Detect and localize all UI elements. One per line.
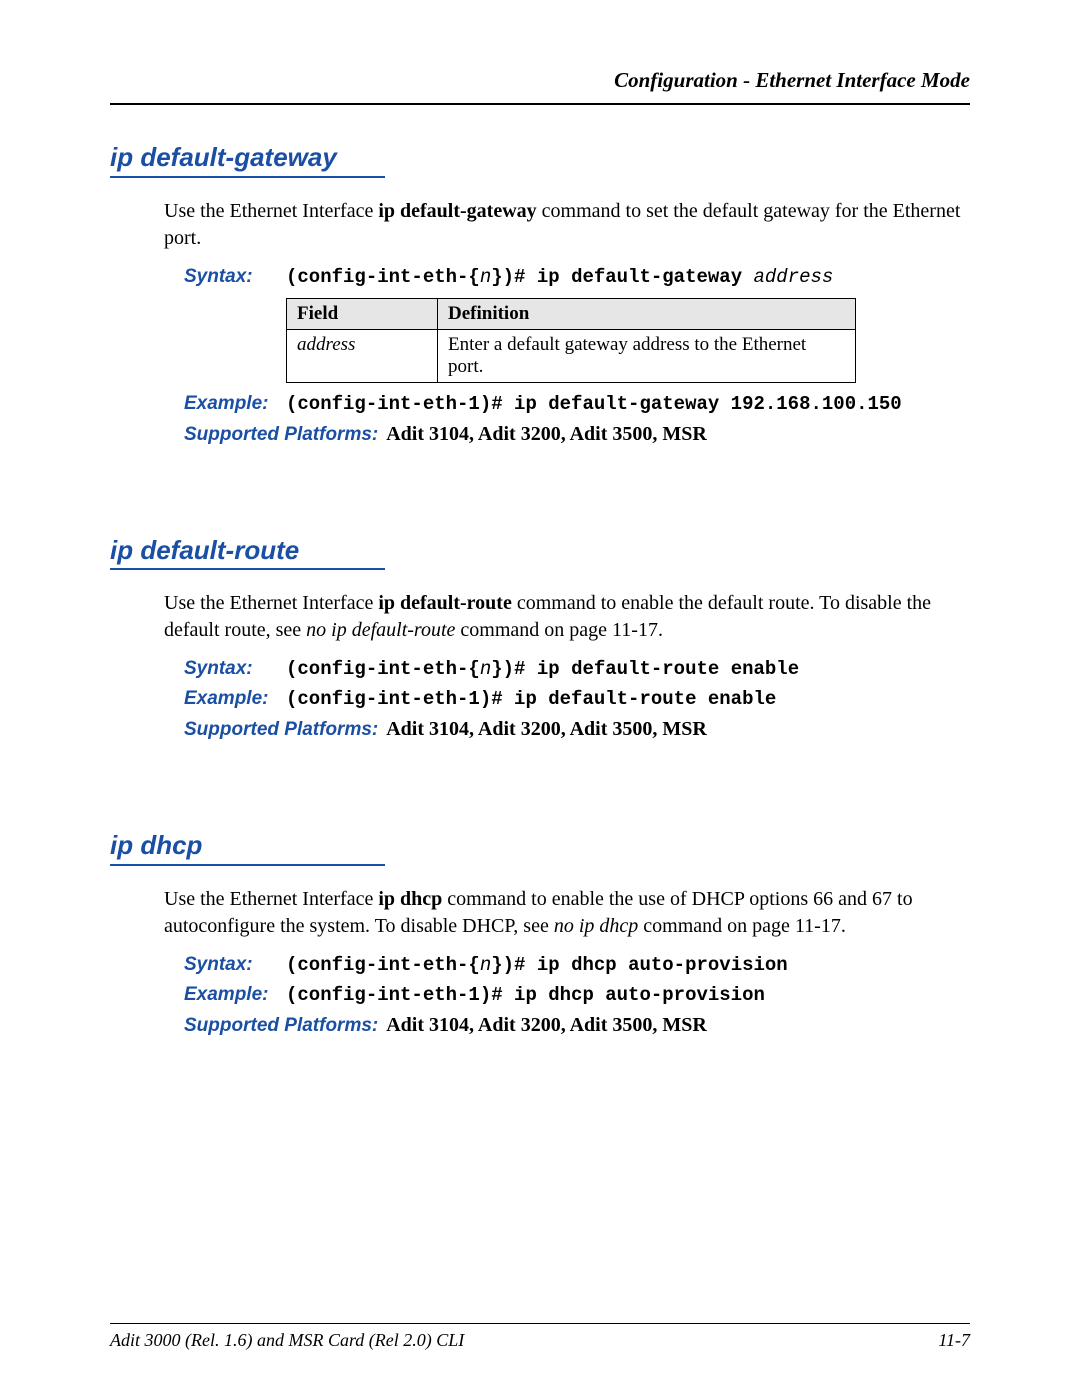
- syntax-label: Syntax:: [184, 658, 286, 680]
- example-label: Example:: [184, 688, 286, 710]
- intro-text: command on page 11-17.: [638, 915, 846, 937]
- running-head: Configuration - Ethernet Interface Mode: [110, 68, 970, 105]
- example-label: Example:: [184, 393, 286, 415]
- code-param: n: [480, 266, 491, 288]
- page-footer: Adit 3000 (Rel. 1.6) and MSR Card (Rel 2…: [110, 1323, 970, 1351]
- table-cell-definition: Enter a default gateway address to the E…: [438, 329, 856, 382]
- code-param: n: [480, 658, 491, 680]
- code-param: address: [754, 266, 834, 288]
- intro-text: Use the Ethernet Interface: [164, 888, 378, 910]
- code-text: (config-int-eth-{: [286, 266, 480, 288]
- example-code: (config-int-eth-1)# ip default-gateway 1…: [286, 393, 902, 415]
- intro-command: ip default-route: [378, 592, 512, 614]
- intro-command: ip default-gateway: [378, 200, 536, 222]
- platforms-label: Supported Platforms:: [184, 719, 378, 741]
- platforms-text: Adit 3104, Adit 3200, Adit 3500, MSR: [386, 718, 707, 741]
- definition-block: Syntax: (config-int-eth-{n})# ip default…: [184, 658, 970, 741]
- syntax-label: Syntax:: [184, 954, 286, 976]
- example-label: Example:: [184, 984, 286, 1006]
- code-param: n: [480, 954, 491, 976]
- footer-right: 11-7: [938, 1330, 970, 1351]
- syntax-label: Syntax:: [184, 266, 286, 288]
- platforms-label: Supported Platforms:: [184, 424, 378, 446]
- example-code: (config-int-eth-1)# ip dhcp auto-provisi…: [286, 984, 765, 1006]
- table-header-definition: Definition: [438, 298, 856, 329]
- table-cell-field: address: [287, 329, 438, 382]
- section-rule: [110, 176, 385, 178]
- definition-block: Syntax: (config-int-eth-{n})# ip default…: [184, 266, 970, 446]
- platforms-text: Adit 3104, Adit 3200, Adit 3500, MSR: [386, 423, 707, 446]
- code-text: })# ip default-gateway: [491, 266, 753, 288]
- section-ip-default-gateway: ip default-gateway Use the Ethernet Inte…: [110, 143, 970, 446]
- syntax-row: Syntax: (config-int-eth-{n})# ip dhcp au…: [184, 954, 970, 976]
- page: Configuration - Ethernet Interface Mode …: [0, 0, 1080, 1397]
- section-intro: Use the Ethernet Interface ip dhcp comma…: [164, 886, 970, 940]
- section-intro: Use the Ethernet Interface ip default-ga…: [164, 198, 970, 252]
- section-intro: Use the Ethernet Interface ip default-ro…: [164, 590, 970, 644]
- field-definition-table: Field Definition address Enter a default…: [286, 298, 856, 383]
- intro-text: Use the Ethernet Interface: [164, 200, 378, 222]
- example-code: (config-int-eth-1)# ip default-route ena…: [286, 688, 776, 710]
- table-row: address Enter a default gateway address …: [287, 329, 856, 382]
- section-title: ip default-gateway: [110, 143, 970, 172]
- syntax-row: Syntax: (config-int-eth-{n})# ip default…: [184, 658, 970, 680]
- code-text: (config-int-eth-{: [286, 954, 480, 976]
- intro-reference: no ip default-route: [306, 619, 455, 641]
- footer-left: Adit 3000 (Rel. 1.6) and MSR Card (Rel 2…: [110, 1330, 464, 1351]
- syntax-code: (config-int-eth-{n})# ip default-route e…: [286, 658, 799, 680]
- intro-text: command on page 11-17.: [455, 619, 663, 641]
- platforms-label: Supported Platforms:: [184, 1015, 378, 1037]
- example-row: Example: (config-int-eth-1)# ip default-…: [184, 688, 970, 710]
- intro-command: ip dhcp: [378, 888, 442, 910]
- intro-reference: no ip dhcp: [554, 915, 638, 937]
- definition-block: Syntax: (config-int-eth-{n})# ip dhcp au…: [184, 954, 970, 1037]
- syntax-code: (config-int-eth-{n})# ip default-gateway…: [286, 266, 833, 288]
- platforms-text: Adit 3104, Adit 3200, Adit 3500, MSR: [386, 1014, 707, 1037]
- table-header-field: Field: [287, 298, 438, 329]
- code-text: })# ip default-route enable: [491, 658, 799, 680]
- platforms-row: Supported Platforms: Adit 3104, Adit 320…: [184, 718, 970, 741]
- example-row: Example: (config-int-eth-1)# ip dhcp aut…: [184, 984, 970, 1006]
- syntax-code: (config-int-eth-{n})# ip dhcp auto-provi…: [286, 954, 788, 976]
- intro-text: Use the Ethernet Interface: [164, 592, 378, 614]
- section-rule: [110, 568, 385, 570]
- section-title: ip dhcp: [110, 831, 970, 860]
- section-ip-dhcp: ip dhcp Use the Ethernet Interface ip dh…: [110, 831, 970, 1037]
- code-text: })# ip dhcp auto-provision: [491, 954, 787, 976]
- platforms-row: Supported Platforms: Adit 3104, Adit 320…: [184, 1014, 970, 1037]
- section-title: ip default-route: [110, 536, 970, 565]
- section-rule: [110, 864, 385, 866]
- code-text: (config-int-eth-{: [286, 658, 480, 680]
- section-ip-default-route: ip default-route Use the Ethernet Interf…: [110, 536, 970, 742]
- syntax-row: Syntax: (config-int-eth-{n})# ip default…: [184, 266, 970, 288]
- platforms-row: Supported Platforms: Adit 3104, Adit 320…: [184, 423, 970, 446]
- example-row: Example: (config-int-eth-1)# ip default-…: [184, 393, 970, 415]
